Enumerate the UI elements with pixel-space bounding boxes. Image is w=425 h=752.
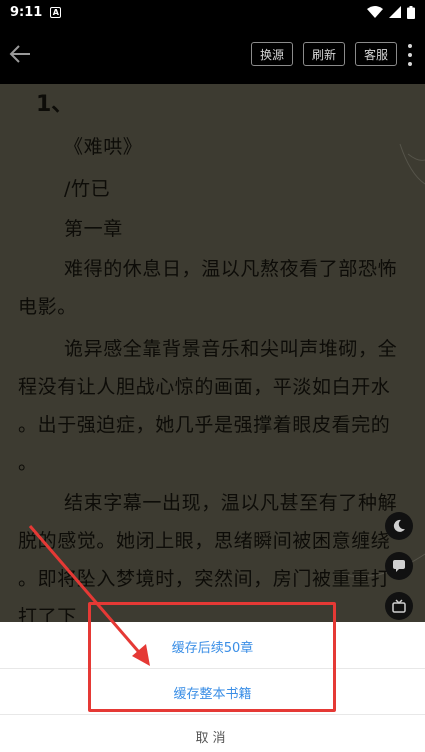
refresh-button[interactable]: 刷新 (302, 42, 345, 66)
chapter-number: 1、 (36, 92, 74, 117)
text-line: 电影。 (18, 296, 77, 318)
change-source-button[interactable]: 换源 (250, 42, 293, 66)
signal-icon (389, 6, 401, 18)
text-line: 。出于强迫症，她几乎是强撑着眼皮看完的 (18, 414, 391, 436)
status-icons (367, 5, 415, 19)
cancel-button[interactable]: 取消 (0, 720, 425, 752)
toolbar-buttons: 换源 刷新 客服 (250, 42, 397, 66)
text-line: 程没有让人胆战心惊的画面，平淡如白开水 (18, 376, 391, 398)
text-line: 难得的休息日，温以凡熬夜看了部恐怖 (64, 258, 398, 280)
back-button[interactable] (6, 40, 34, 68)
battery-icon (407, 5, 415, 19)
chat-icon (393, 560, 405, 572)
text-line: 。即将坠入梦境时，突然间，房门被重重打 (18, 568, 391, 590)
text-line: 脱的感觉。她闭上眼，思绪瞬间被困意缠绕 (18, 530, 391, 552)
notification-a-icon: A (50, 6, 62, 18)
more-vertical-icon (408, 44, 412, 48)
comment-button[interactable] (385, 552, 413, 580)
text-line: 结束字幕一出现，温以凡甚至有了种解 (64, 492, 398, 514)
text-line: 诡异感全靠背景音乐和尖叫声堆砌，全 (64, 338, 398, 360)
status-time: 9:11 (10, 4, 43, 20)
sheet-divider (0, 714, 425, 715)
text-line: 。 (18, 452, 38, 474)
wifi-icon (367, 6, 383, 18)
text-line: 第一章 (64, 218, 123, 240)
tv-icon (392, 599, 406, 613)
video-button[interactable] (385, 592, 413, 620)
text-line: /竹已 (64, 178, 111, 200)
highlight-box (88, 602, 336, 712)
reader-toolbar: 换源 刷新 客服 (0, 24, 425, 84)
status-bar: 9:11 A (0, 0, 425, 24)
moon-icon (393, 519, 405, 532)
back-arrow-icon (9, 45, 30, 63)
text-line: 《难哄》 (64, 136, 143, 158)
more-options-button[interactable] (405, 44, 415, 66)
night-mode-button[interactable] (385, 512, 413, 540)
customer-service-button[interactable]: 客服 (354, 42, 397, 66)
